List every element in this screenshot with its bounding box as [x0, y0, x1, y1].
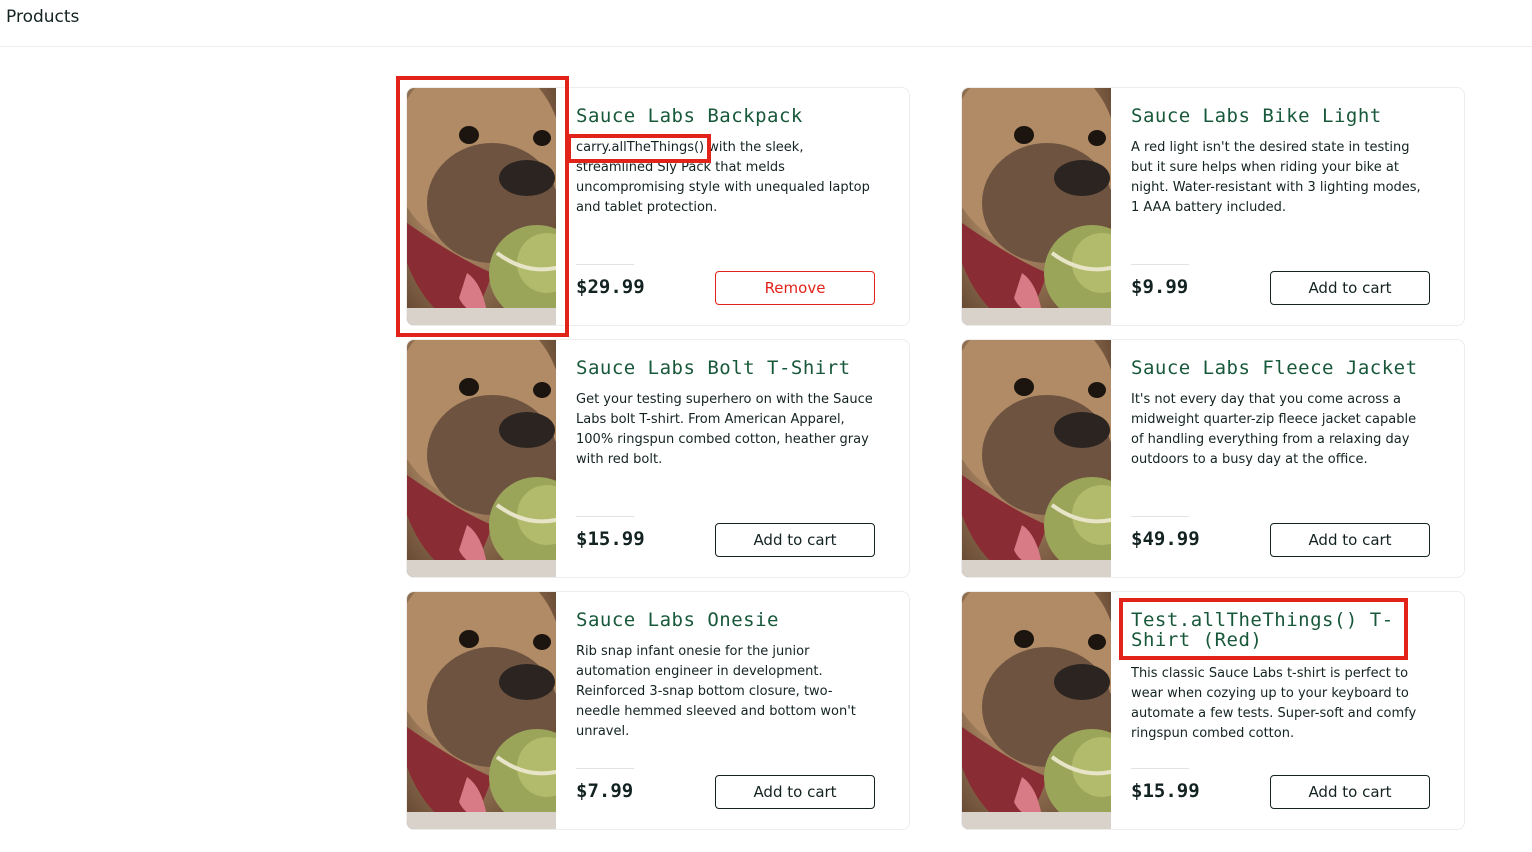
product-image[interactable]: [407, 88, 556, 325]
product-name-link[interactable]: Sauce Labs Fleece Jacket: [1131, 358, 1451, 378]
card-body: Sauce Labs Fleece Jacket It's not every …: [1131, 340, 1451, 577]
add-to-cart-button[interactable]: Add to cart: [1270, 775, 1430, 809]
product-price: $29.99: [576, 276, 645, 298]
add-to-cart-button[interactable]: Add to cart: [715, 775, 875, 809]
product-image[interactable]: [407, 592, 556, 829]
product-price: $49.99: [1131, 528, 1200, 550]
add-to-cart-button[interactable]: Add to cart: [1270, 271, 1430, 305]
product-price: $9.99: [1131, 276, 1189, 298]
pug-image-icon: [407, 88, 556, 325]
inventory-list: Sauce Labs Backpack carry.allTheThings()…: [0, 0, 1532, 852]
product-description: Get your testing superhero on with the S…: [576, 392, 873, 467]
product-price: $15.99: [576, 528, 645, 550]
product-price: $15.99: [1131, 780, 1200, 802]
inventory-item: Sauce Labs Bolt T-Shirt Get your testing…: [406, 339, 910, 578]
remove-button[interactable]: Remove: [715, 271, 875, 305]
product-image[interactable]: [962, 592, 1111, 829]
product-name-link[interactable]: Sauce Labs Bike Light: [1131, 106, 1451, 126]
pug-image-icon: [407, 340, 556, 577]
product-name-link[interactable]: Test.allTheThings() T-Shirt (Red): [1131, 610, 1451, 650]
price-divider: [576, 264, 634, 265]
inventory-item: Sauce Labs Onesie Rib snap infant onesie…: [406, 591, 910, 830]
pug-image-icon: [962, 340, 1111, 577]
product-description: carry.allTheThings() with the sleek, str…: [576, 140, 870, 215]
price-divider: [576, 516, 634, 517]
product-description: This classic Sauce Labs t-shirt is perfe…: [1131, 666, 1417, 741]
price-divider: [576, 768, 634, 769]
product-image[interactable]: [407, 340, 556, 577]
pug-image-icon: [407, 592, 556, 829]
card-body: Sauce Labs Bike Light A red light isn't …: [1131, 88, 1451, 325]
card-body: Test.allTheThings() T-Shirt (Red) This c…: [1131, 592, 1451, 829]
card-body: Sauce Labs Backpack carry.allTheThings()…: [576, 88, 896, 325]
pug-image-icon: [962, 592, 1111, 829]
inventory-item: Sauce Labs Fleece Jacket It's not every …: [961, 339, 1465, 578]
inventory-item: Test.allTheThings() T-Shirt (Red) This c…: [961, 591, 1465, 830]
product-description: Rib snap infant onesie for the junior au…: [576, 644, 856, 739]
inventory-item: Sauce Labs Bike Light A red light isn't …: [961, 87, 1465, 326]
card-body: Sauce Labs Bolt T-Shirt Get your testing…: [576, 340, 896, 577]
inventory-item: Sauce Labs Backpack carry.allTheThings()…: [406, 87, 910, 326]
add-to-cart-button[interactable]: Add to cart: [715, 523, 875, 557]
product-image[interactable]: [962, 88, 1111, 325]
product-name-link[interactable]: Sauce Labs Bolt T-Shirt: [576, 358, 896, 378]
price-divider: [1131, 264, 1189, 265]
product-price: $7.99: [576, 780, 634, 802]
pug-image-icon: [962, 88, 1111, 325]
price-divider: [1131, 768, 1189, 769]
product-description: It's not every day that you come across …: [1131, 392, 1417, 467]
product-description: A red light isn't the desired state in t…: [1131, 140, 1421, 215]
add-to-cart-button[interactable]: Add to cart: [1270, 523, 1430, 557]
product-image[interactable]: [962, 340, 1111, 577]
card-body: Sauce Labs Onesie Rib snap infant onesie…: [576, 592, 896, 829]
product-name-link[interactable]: Sauce Labs Backpack: [576, 106, 896, 126]
product-name-link[interactable]: Sauce Labs Onesie: [576, 610, 896, 630]
price-divider: [1131, 516, 1189, 517]
